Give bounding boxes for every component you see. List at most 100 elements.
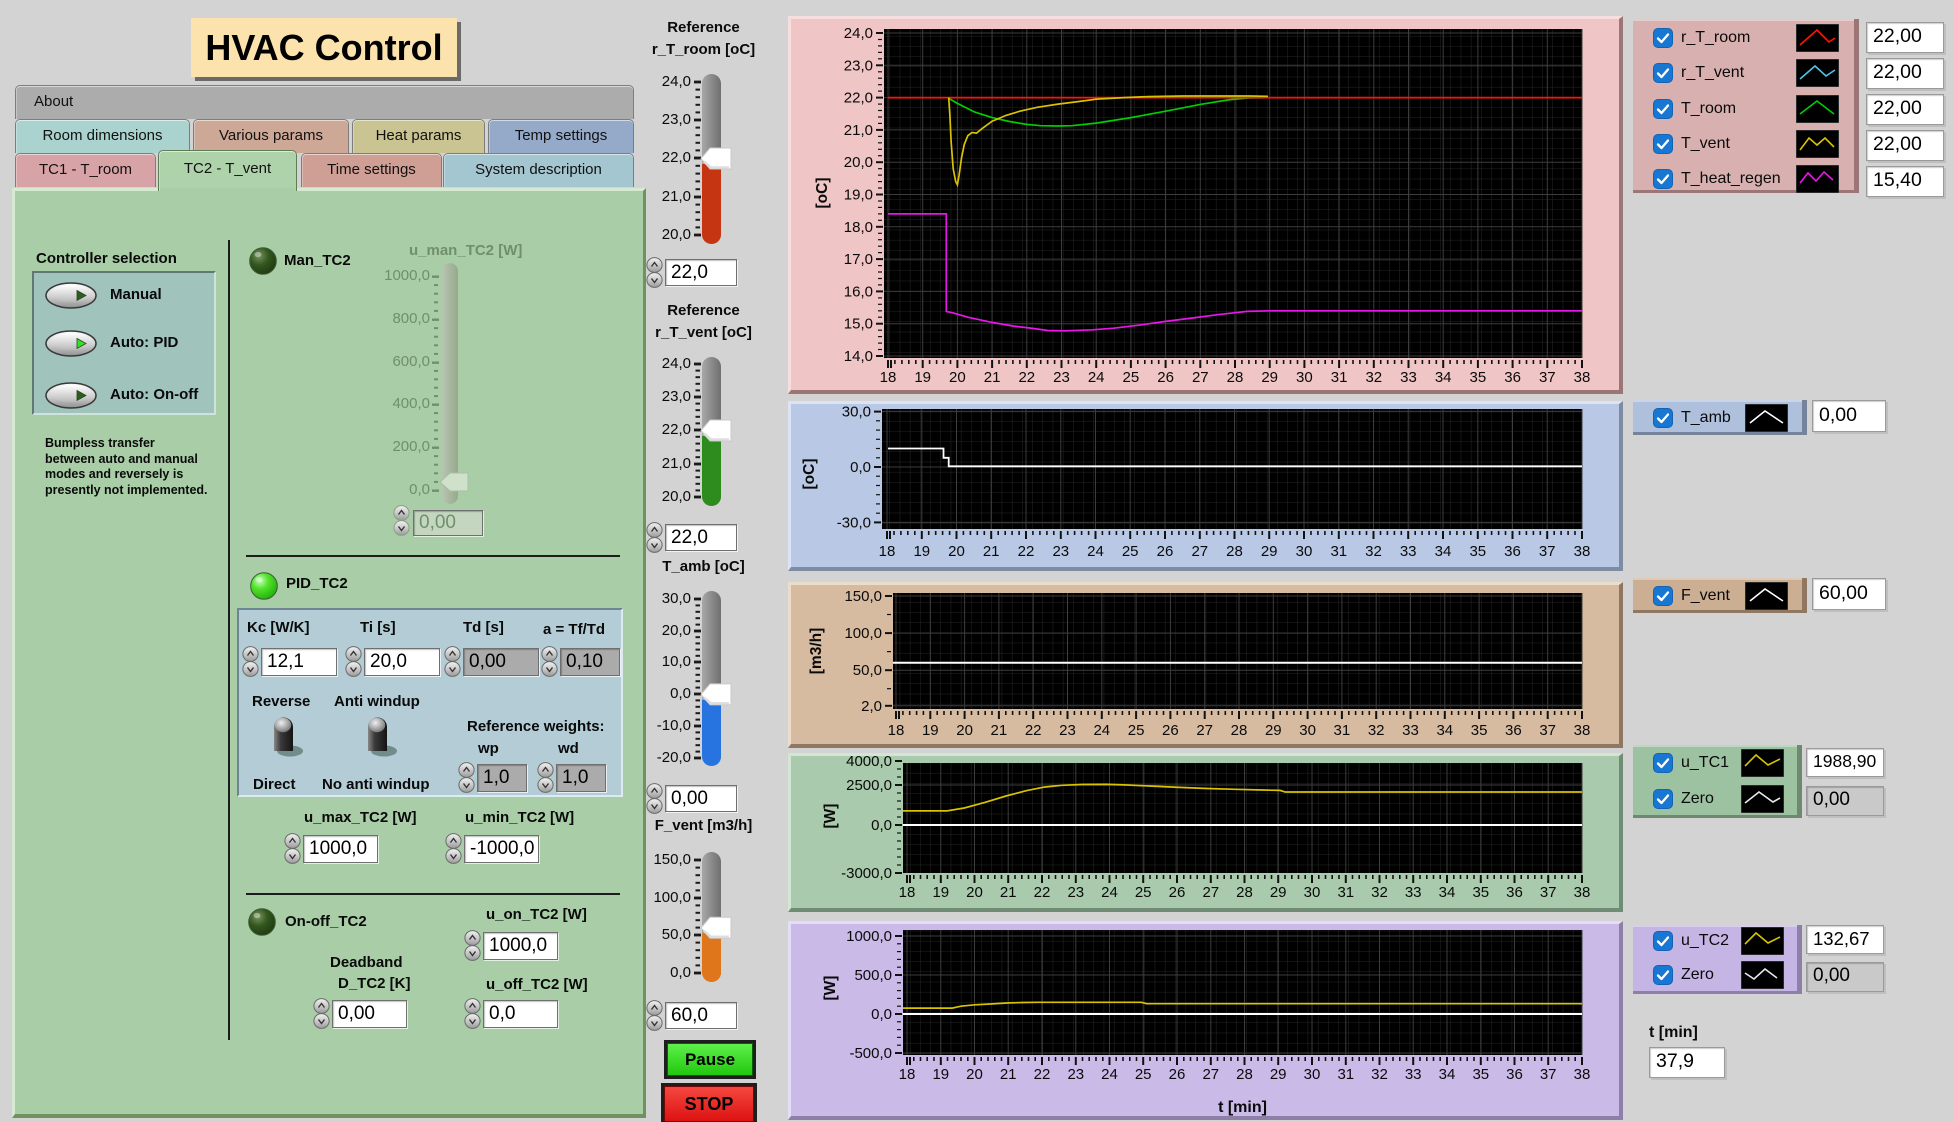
svg-text:26: 26 xyxy=(1162,722,1179,739)
svg-text:17,0: 17,0 xyxy=(844,251,873,268)
svg-text:29: 29 xyxy=(1265,722,1282,739)
svg-text:0,0: 0,0 xyxy=(850,459,871,476)
svg-text:26: 26 xyxy=(1157,369,1174,386)
svg-text:37: 37 xyxy=(1539,543,1556,560)
svg-text:23: 23 xyxy=(1067,1066,1084,1083)
svg-text:29: 29 xyxy=(1261,369,1278,386)
svg-text:[W]: [W] xyxy=(822,976,839,1001)
svg-text:22: 22 xyxy=(1034,1066,1051,1083)
svg-text:4000,0: 4000,0 xyxy=(846,753,892,770)
svg-text:35: 35 xyxy=(1470,369,1487,386)
svg-text:29: 29 xyxy=(1270,1066,1287,1083)
svg-text:22: 22 xyxy=(1018,543,1035,560)
svg-text:29: 29 xyxy=(1261,543,1278,560)
svg-text:35: 35 xyxy=(1471,722,1488,739)
svg-text:29: 29 xyxy=(1270,884,1287,901)
svg-text:21: 21 xyxy=(983,543,1000,560)
svg-text:28: 28 xyxy=(1236,884,1253,901)
svg-text:22: 22 xyxy=(1034,884,1051,901)
svg-text:30,0: 30,0 xyxy=(842,404,871,421)
svg-text:31: 31 xyxy=(1337,884,1354,901)
svg-text:500,0: 500,0 xyxy=(854,967,892,984)
svg-text:20: 20 xyxy=(956,722,973,739)
svg-text:23: 23 xyxy=(1052,543,1069,560)
svg-text:-3000,0: -3000,0 xyxy=(841,865,892,882)
svg-text:28: 28 xyxy=(1236,1066,1253,1083)
svg-text:22: 22 xyxy=(1018,369,1035,386)
svg-text:30: 30 xyxy=(1304,884,1321,901)
svg-text:30: 30 xyxy=(1296,369,1313,386)
svg-text:31: 31 xyxy=(1334,722,1351,739)
svg-text:26: 26 xyxy=(1157,543,1174,560)
svg-text:32: 32 xyxy=(1365,369,1382,386)
svg-text:0,0: 0,0 xyxy=(871,817,892,834)
svg-text:24: 24 xyxy=(1093,722,1110,739)
svg-text:33: 33 xyxy=(1400,369,1417,386)
svg-text:34: 34 xyxy=(1439,1066,1456,1083)
svg-text:24,0: 24,0 xyxy=(844,25,873,42)
svg-text:22,0: 22,0 xyxy=(844,90,873,107)
svg-text:20: 20 xyxy=(966,884,983,901)
svg-text:[oC]: [oC] xyxy=(801,459,818,490)
svg-text:150,0: 150,0 xyxy=(844,588,882,605)
svg-text:36: 36 xyxy=(1504,369,1521,386)
svg-text:16,0: 16,0 xyxy=(844,283,873,300)
svg-text:2,0: 2,0 xyxy=(861,698,882,715)
svg-text:37: 37 xyxy=(1539,722,1556,739)
svg-text:34: 34 xyxy=(1439,884,1456,901)
svg-text:34: 34 xyxy=(1435,543,1452,560)
svg-text:35: 35 xyxy=(1472,884,1489,901)
svg-text:21: 21 xyxy=(1000,1066,1017,1083)
svg-text:25: 25 xyxy=(1123,369,1140,386)
svg-text:[m3/h]: [m3/h] xyxy=(808,628,825,675)
svg-text:31: 31 xyxy=(1330,543,1347,560)
svg-text:21: 21 xyxy=(984,369,1001,386)
svg-text:27: 27 xyxy=(1202,884,1219,901)
svg-text:25: 25 xyxy=(1128,722,1145,739)
svg-text:37: 37 xyxy=(1540,884,1557,901)
svg-text:19: 19 xyxy=(932,1066,949,1083)
svg-text:18: 18 xyxy=(888,722,905,739)
svg-text:27: 27 xyxy=(1191,543,1208,560)
svg-text:36: 36 xyxy=(1504,543,1521,560)
svg-text:25: 25 xyxy=(1122,543,1139,560)
svg-text:19,0: 19,0 xyxy=(844,187,873,204)
svg-text:36: 36 xyxy=(1506,884,1523,901)
svg-text:35: 35 xyxy=(1469,543,1486,560)
svg-text:26: 26 xyxy=(1169,1066,1186,1083)
svg-text:26: 26 xyxy=(1169,884,1186,901)
svg-text:36: 36 xyxy=(1506,1066,1523,1083)
svg-text:27: 27 xyxy=(1202,1066,1219,1083)
svg-text:34: 34 xyxy=(1436,722,1453,739)
svg-text:30: 30 xyxy=(1299,722,1316,739)
svg-text:38: 38 xyxy=(1574,543,1591,560)
svg-text:22: 22 xyxy=(1025,722,1042,739)
svg-text:14,0: 14,0 xyxy=(844,348,873,365)
svg-text:33: 33 xyxy=(1405,884,1422,901)
svg-text:24: 24 xyxy=(1088,369,1105,386)
svg-text:18: 18 xyxy=(899,884,916,901)
svg-text:34: 34 xyxy=(1435,369,1452,386)
svg-text:32: 32 xyxy=(1368,722,1385,739)
svg-text:28: 28 xyxy=(1227,369,1244,386)
svg-text:30: 30 xyxy=(1296,543,1313,560)
svg-text:[oC]: [oC] xyxy=(814,178,831,209)
svg-text:20,0: 20,0 xyxy=(844,154,873,171)
svg-text:27: 27 xyxy=(1192,369,1209,386)
svg-text:t [min]: t [min] xyxy=(1218,1099,1267,1116)
svg-text:1000,0: 1000,0 xyxy=(846,928,892,945)
svg-text:32: 32 xyxy=(1365,543,1382,560)
svg-text:[W]: [W] xyxy=(822,804,839,829)
svg-text:31: 31 xyxy=(1331,369,1348,386)
svg-text:32: 32 xyxy=(1371,884,1388,901)
svg-text:28: 28 xyxy=(1226,543,1243,560)
svg-text:33: 33 xyxy=(1405,1066,1422,1083)
svg-text:30: 30 xyxy=(1304,1066,1321,1083)
svg-text:24: 24 xyxy=(1101,1066,1118,1083)
svg-text:38: 38 xyxy=(1574,369,1591,386)
svg-text:38: 38 xyxy=(1574,1066,1591,1083)
svg-text:20: 20 xyxy=(948,543,965,560)
svg-text:23: 23 xyxy=(1059,722,1076,739)
svg-text:25: 25 xyxy=(1135,1066,1152,1083)
svg-text:21: 21 xyxy=(991,722,1008,739)
